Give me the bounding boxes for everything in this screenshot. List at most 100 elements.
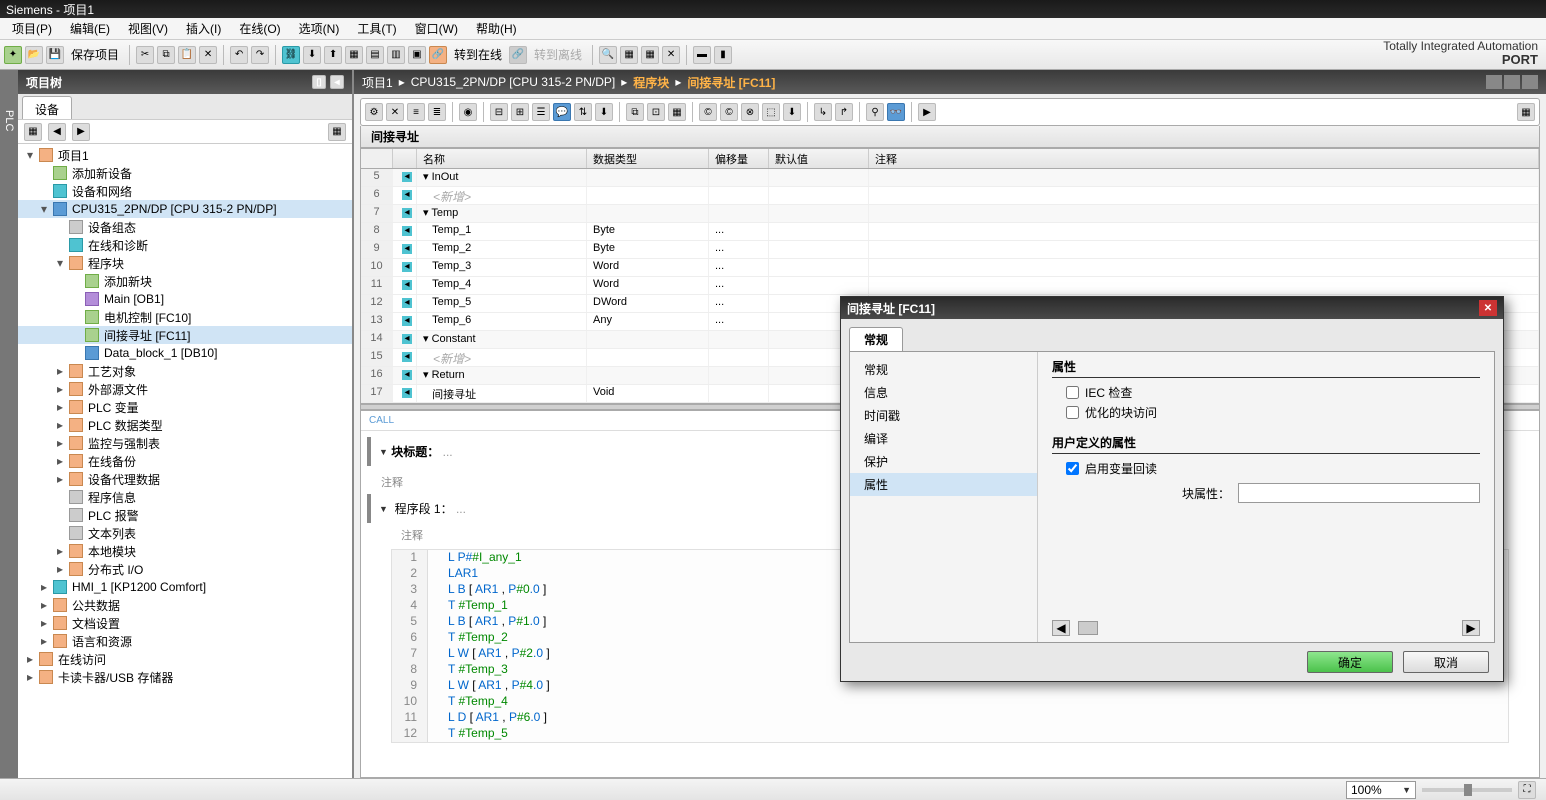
tree-node[interactable]: ▸卡读卡器/USB 存储器	[18, 668, 352, 686]
tree-node[interactable]: ▾项目1	[18, 146, 352, 164]
expand-icon[interactable]: ▸	[54, 544, 66, 558]
expand-icon[interactable]: ▸	[54, 418, 66, 432]
expand-icon[interactable]: ▸	[54, 472, 66, 486]
tree-node[interactable]: ▸文档设置	[18, 614, 352, 632]
tb-icon-1[interactable]: ▦	[345, 46, 363, 64]
nav-general[interactable]: 常规	[850, 358, 1037, 381]
readback-checkbox[interactable]	[1066, 462, 1079, 475]
tree-node[interactable]: 在线和诊断	[18, 236, 352, 254]
tree-node[interactable]: 电机控制 [FC10]	[18, 308, 352, 326]
expand-icon[interactable]: ▸	[54, 364, 66, 378]
expand-icon[interactable]: ▸	[24, 652, 36, 666]
et-icon-21[interactable]: ↱	[835, 103, 853, 121]
checkbox-readback[interactable]: 启用变量回读	[1066, 460, 1466, 477]
tree-node[interactable]: ▸监控与强制表	[18, 434, 352, 452]
expand-icon[interactable]: ▾	[54, 256, 66, 270]
expand-icon[interactable]: ▸	[54, 436, 66, 450]
et-icon-9[interactable]: 💬	[553, 103, 571, 121]
et-icon-1[interactable]: ⚙	[365, 103, 383, 121]
maximize-icon[interactable]	[1504, 75, 1520, 89]
zoom-slider[interactable]	[1422, 788, 1512, 792]
et-icon-16[interactable]: ©	[720, 103, 738, 121]
menu-project[interactable]: 项目(P)	[4, 18, 60, 39]
download-icon[interactable]: ⬇	[303, 46, 321, 64]
et-icon-6[interactable]: ⊟	[490, 103, 508, 121]
block-attr-input[interactable]	[1238, 483, 1480, 503]
bc-device[interactable]: CPU315_2PN/DP [CPU 315-2 PN/DP]	[411, 75, 616, 89]
nav-timestamp[interactable]: 时间戳	[850, 404, 1037, 427]
dialog-title-bar[interactable]: 间接寻址 [FC11] ✕	[841, 297, 1503, 319]
expand-icon[interactable]: ▾	[24, 148, 36, 162]
tree-node[interactable]: 间接寻址 [FC11]	[18, 326, 352, 344]
scroll-right-icon[interactable]: ▶	[1462, 620, 1480, 636]
back-icon[interactable]: ◀	[48, 123, 66, 141]
pin-icon[interactable]: ◂	[330, 75, 344, 89]
tb-icon-5[interactable]: ▦	[620, 46, 638, 64]
expand-icon[interactable]: ▸	[38, 580, 50, 594]
ok-button[interactable]: 确定	[1307, 651, 1393, 673]
scroll-left-icon[interactable]: ◀	[1052, 620, 1070, 636]
undo-icon[interactable]: ↶	[230, 46, 248, 64]
expand-icon[interactable]: ▾	[38, 202, 50, 216]
et-icon-3[interactable]: ≡	[407, 103, 425, 121]
upload-icon[interactable]: ⬆	[324, 46, 342, 64]
expand-icon[interactable]: ▸	[38, 634, 50, 648]
forward-icon[interactable]: ▶	[72, 123, 90, 141]
pt-icon-1[interactable]: ▦	[24, 123, 42, 141]
table-row[interactable]: 8◂ Temp_1Byte...	[361, 223, 1539, 241]
et-icon-right[interactable]: ▦	[1517, 103, 1535, 121]
table-row[interactable]: 10◂ Temp_3Word...	[361, 259, 1539, 277]
compile-icon[interactable]: ⛓	[282, 46, 300, 64]
split-h-icon[interactable]: ▬	[693, 46, 711, 64]
tree-node[interactable]: ▸工艺对象	[18, 362, 352, 380]
optimized-checkbox[interactable]	[1066, 406, 1079, 419]
et-icon-15[interactable]: ©	[699, 103, 717, 121]
expand-icon[interactable]: ▸	[54, 400, 66, 414]
expand-icon[interactable]: ▸	[54, 562, 66, 576]
tree-node[interactable]: 文本列表	[18, 524, 352, 542]
tree-node[interactable]: Main [OB1]	[18, 290, 352, 308]
tree-node[interactable]: ▸PLC 数据类型	[18, 416, 352, 434]
nav-compile[interactable]: 编译	[850, 427, 1037, 450]
tree-node[interactable]: 添加新设备	[18, 164, 352, 182]
et-icon-23[interactable]: ▶	[918, 103, 936, 121]
expand-icon[interactable]: ▸	[54, 454, 66, 468]
et-icon-4[interactable]: ≣	[428, 103, 446, 121]
tb-icon-2[interactable]: ▤	[366, 46, 384, 64]
table-row[interactable]: 9◂ Temp_2Byte...	[361, 241, 1539, 259]
iec-checkbox[interactable]	[1066, 386, 1079, 399]
search-icon[interactable]: 🔍	[599, 46, 617, 64]
close-icon[interactable]: ✕	[1479, 300, 1497, 316]
nav-protect[interactable]: 保护	[850, 450, 1037, 473]
cancel-button[interactable]: 取消	[1403, 651, 1489, 673]
table-row[interactable]: 5◂▾ InOut	[361, 169, 1539, 187]
tree-node[interactable]: ▸语言和资源	[18, 632, 352, 650]
expand-icon[interactable]: ▸	[24, 670, 36, 684]
tb-icon-7[interactable]: ✕	[662, 46, 680, 64]
redo-icon[interactable]: ↷	[251, 46, 269, 64]
menu-options[interactable]: 选项(N)	[291, 18, 348, 39]
code-line[interactable]: 11L D [ AR1 , P#6.0 ]	[392, 710, 1508, 726]
table-row[interactable]: 11◂ Temp_4Word...	[361, 277, 1539, 295]
collapse-icon[interactable]: ▼	[379, 447, 388, 457]
save-icon[interactable]: 💾	[46, 46, 64, 64]
tb-icon-3[interactable]: ▥	[387, 46, 405, 64]
copy-icon[interactable]: ⧉	[157, 46, 175, 64]
collapse-icon[interactable]: ▯	[312, 75, 326, 89]
open-project-icon[interactable]: 📂	[25, 46, 43, 64]
et-icon-20[interactable]: ↳	[814, 103, 832, 121]
et-icon-5[interactable]: ◉	[459, 103, 477, 121]
menu-edit[interactable]: 编辑(E)	[62, 18, 118, 39]
tree-node[interactable]: ▸外部源文件	[18, 380, 352, 398]
glasses-icon[interactable]: 👓	[887, 103, 905, 121]
et-icon-19[interactable]: ⬇	[783, 103, 801, 121]
go-online-icon[interactable]: 🔗	[429, 46, 447, 64]
expand-icon[interactable]: ▸	[38, 616, 50, 630]
zoom-fit-icon[interactable]: ⛶	[1518, 781, 1536, 799]
close-editor-icon[interactable]	[1522, 75, 1538, 89]
et-icon-17[interactable]: ⊗	[741, 103, 759, 121]
tree-node[interactable]: ▸设备代理数据	[18, 470, 352, 488]
go-offline-icon[interactable]: 🔗	[509, 46, 527, 64]
bc-project[interactable]: 项目1	[362, 74, 393, 91]
tree-node[interactable]: 设备和网络	[18, 182, 352, 200]
